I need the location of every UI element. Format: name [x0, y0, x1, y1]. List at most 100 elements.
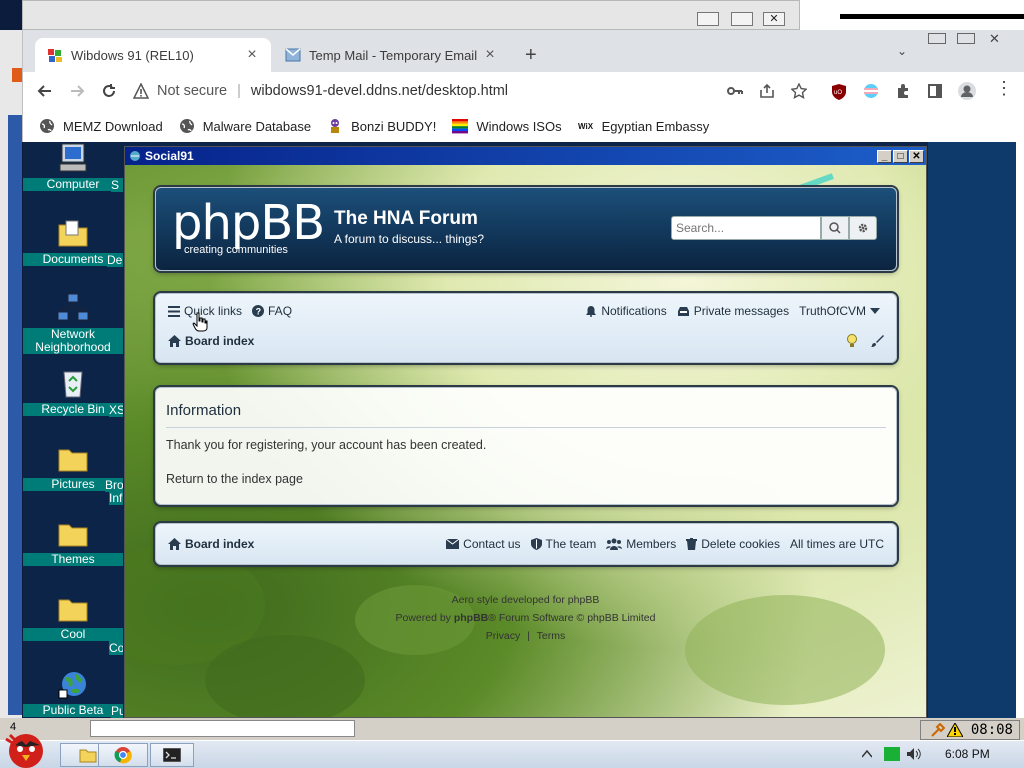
- tab-temp-mail[interactable]: Temp Mail - Temporary Email ×: [273, 38, 509, 72]
- window-close-button[interactable]: ✕: [909, 149, 924, 163]
- window-minimize-button[interactable]: _: [877, 149, 892, 163]
- volume-icon[interactable]: [906, 747, 922, 761]
- browser-maximize-button[interactable]: [957, 33, 975, 44]
- board-index-link[interactable]: Board index: [168, 334, 254, 348]
- site-description: A forum to discuss... things?: [334, 232, 485, 246]
- tray-tool-icon[interactable]: [931, 723, 945, 737]
- angry-bird-start-icon[interactable]: [0, 725, 52, 768]
- home-icon: [168, 335, 181, 347]
- background-minimize-button[interactable]: [697, 12, 719, 26]
- taskbar-chrome-button[interactable]: [98, 743, 148, 767]
- bookmark-bonzi-buddy[interactable]: Bonzi BUDDY!: [327, 114, 436, 138]
- ublock-origin-icon[interactable]: uO: [831, 83, 847, 100]
- profile-avatar-icon[interactable]: [957, 81, 977, 101]
- key-icon[interactable]: [727, 84, 743, 98]
- partial-desktop-label: De: [107, 253, 123, 267]
- background-close-button[interactable]: ✕: [763, 12, 785, 26]
- search-input[interactable]: [671, 216, 821, 240]
- social91-app-icon: [130, 151, 140, 161]
- phpbb-link[interactable]: phpBB: [454, 612, 488, 624]
- bookmark-label: Bonzi BUDDY!: [351, 118, 437, 134]
- side-panel-icon[interactable]: [927, 83, 943, 99]
- information-heading: Information: [166, 402, 242, 419]
- background-window-titlebar: ✕: [22, 0, 800, 30]
- desktop-icon-label: Network Neighborhood: [23, 328, 123, 354]
- notifications-link[interactable]: Notifications: [585, 304, 667, 318]
- url-text[interactable]: wibdows91-devel.ddns.net/desktop.html: [251, 83, 508, 99]
- menu-kebab-icon[interactable]: ⋮: [995, 79, 1013, 97]
- new-tab-button[interactable]: +: [525, 44, 537, 67]
- search-button[interactable]: [821, 216, 849, 240]
- show-hidden-icons-chevron-icon[interactable]: [862, 750, 872, 758]
- desktop-icon-computer[interactable]: Computer: [23, 142, 123, 191]
- contact-us-link[interactable]: Contact us: [446, 537, 521, 551]
- tab-wibdows91[interactable]: Wibdows 91 (REL10) ×: [35, 38, 271, 72]
- browser-close-button[interactable]: ✕: [989, 31, 1000, 47]
- desktop-icon-label: Computer: [23, 178, 123, 191]
- terms-link[interactable]: Terms: [537, 630, 566, 642]
- site-title[interactable]: The HNA Forum: [334, 208, 478, 230]
- desktop-icon-network[interactable]: Network Neighborhood: [23, 292, 123, 354]
- forum-footer-navbar: Board index Contact us The team Members: [155, 523, 897, 565]
- desktop-icon-label: Recycle Bin: [23, 403, 123, 416]
- faq-link[interactable]: ? FAQ: [252, 304, 292, 318]
- back-arrow-icon[interactable]: [37, 83, 53, 99]
- paintbrush-icon[interactable]: [870, 334, 884, 348]
- phpbb-logo-tagline: creating communities: [184, 244, 288, 256]
- board-index-label: Board index: [185, 334, 255, 348]
- social91-titlebar[interactable]: Social91 _ □ ✕: [125, 147, 926, 165]
- hand-cursor-icon: [192, 312, 208, 332]
- window-maximize-button[interactable]: □: [893, 149, 908, 163]
- advanced-search-button[interactable]: [849, 216, 877, 240]
- lightbulb-icon[interactable]: [846, 334, 858, 348]
- phpbb-logo[interactable]: phpBB: [172, 198, 325, 248]
- extensions-puzzle-icon[interactable]: [895, 83, 911, 99]
- delete-cookies-label: Delete cookies: [701, 537, 780, 551]
- members-link[interactable]: Members: [606, 537, 676, 551]
- forward-arrow-icon[interactable]: [69, 83, 85, 99]
- background-maximize-button[interactable]: [731, 12, 753, 26]
- return-to-index-link[interactable]: Return to the index page: [166, 472, 303, 486]
- user-menu[interactable]: TruthOfCVM: [799, 304, 884, 318]
- inbox-icon: [677, 306, 689, 316]
- desktop-icon-cool[interactable]: Cool: [23, 592, 123, 641]
- desktop-icon-public-beta[interactable]: Public Beta: [23, 670, 123, 717]
- folder-icon: [58, 599, 88, 622]
- omnibox-divider: |: [237, 83, 241, 99]
- green-app-tray-icon[interactable]: [884, 747, 900, 761]
- tab-search-chevron-icon[interactable]: ⌄: [897, 44, 907, 58]
- warning-triangle-icon[interactable]: [133, 83, 149, 99]
- bookmark-star-icon[interactable]: [791, 83, 807, 99]
- browser-minimize-button[interactable]: [928, 33, 946, 44]
- bookmark-memz[interactable]: MEMZ Download: [39, 114, 163, 138]
- warning-icon[interactable]: [946, 723, 963, 737]
- desktop-icon-themes[interactable]: Themes: [23, 517, 123, 566]
- bookmark-egyptian-embassy[interactable]: WiX Egyptian Embassy: [578, 114, 710, 138]
- tab-title: Temp Mail - Temporary Email: [309, 47, 478, 63]
- forum-page: phpBB creating communities The HNA Forum…: [125, 165, 926, 717]
- share-icon[interactable]: [759, 83, 775, 99]
- forum-copyright: Aero style developed for phpBB Powered b…: [125, 591, 926, 645]
- trans-flag-extension-icon[interactable]: [863, 83, 879, 99]
- network-icon: [57, 293, 89, 321]
- taskbar-terminal-button[interactable]: [150, 743, 194, 767]
- information-divider: [166, 427, 886, 428]
- the-team-link[interactable]: The team: [530, 537, 596, 551]
- bonzi-icon: [331, 119, 340, 133]
- close-tab-icon[interactable]: ×: [245, 46, 259, 64]
- close-tab-icon[interactable]: ×: [483, 46, 497, 64]
- desktop-icon-label: Themes: [23, 553, 123, 566]
- delete-cookies-link[interactable]: Delete cookies: [686, 537, 780, 551]
- users-icon: [606, 538, 623, 550]
- private-messages-link[interactable]: Private messages: [677, 304, 789, 318]
- omnibox[interactable]: Not secure | wibdows91-devel.ddns.net/de…: [133, 76, 813, 106]
- chrome-icon: [114, 747, 132, 764]
- footer-board-index-link[interactable]: Board index: [168, 537, 254, 551]
- desktop-icon-recycle-bin[interactable]: Recycle Bin: [23, 367, 123, 416]
- reload-icon[interactable]: [101, 83, 117, 99]
- bookmark-malware-database[interactable]: Malware Database: [179, 114, 311, 138]
- privacy-link[interactable]: Privacy: [486, 630, 520, 642]
- powered-by-suffix: ® Forum Software © phpBB Limited: [488, 612, 656, 624]
- horizontal-scrollbar[interactable]: [90, 720, 355, 737]
- bookmark-windows-isos[interactable]: Windows ISOs: [452, 114, 562, 138]
